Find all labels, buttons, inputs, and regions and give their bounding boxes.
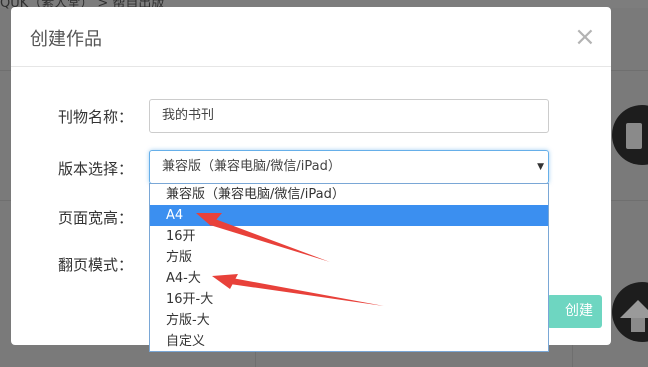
version-select-value: 兼容版（兼容电脑/微信/iPad） bbox=[162, 159, 341, 174]
dropdown-option[interactable]: 方版 bbox=[150, 247, 548, 268]
dropdown-option[interactable]: 16开-大 bbox=[150, 289, 548, 310]
upload-icon bbox=[612, 282, 648, 342]
background-divider bbox=[572, 345, 573, 367]
dropdown-option[interactable]: 16开 bbox=[150, 226, 548, 247]
name-label: 刊物名称： bbox=[58, 108, 134, 126]
dropdown-option[interactable]: 兼容版（兼容电脑/微信/iPad） bbox=[150, 184, 548, 205]
modal-title: 创建作品 bbox=[30, 29, 102, 50]
version-select[interactable]: 兼容版（兼容电脑/微信/iPad） ▼ bbox=[149, 150, 549, 184]
book-icon bbox=[612, 105, 648, 165]
dropdown-option[interactable]: 方版-大 bbox=[150, 310, 548, 331]
caret-down-icon: ▼ bbox=[537, 162, 544, 172]
dropdown-option[interactable]: A4-大 bbox=[150, 268, 548, 289]
modal-header: 创建作品 × bbox=[11, 7, 611, 67]
dropdown-option[interactable]: 自定义 bbox=[150, 331, 548, 352]
version-label: 版本选择： bbox=[58, 160, 134, 178]
name-input[interactable]: 我的书刊 bbox=[149, 99, 549, 133]
version-dropdown-list: 兼容版（兼容电脑/微信/iPad） A4 16开 方版 A4-大 16开-大 方… bbox=[149, 183, 549, 352]
close-icon[interactable]: × bbox=[574, 24, 596, 50]
flip-mode-label: 翻页模式： bbox=[58, 256, 134, 274]
dropdown-option-selected[interactable]: A4 bbox=[150, 205, 548, 226]
create-button[interactable]: 创建 bbox=[547, 295, 602, 328]
size-label: 页面宽高： bbox=[58, 209, 134, 227]
